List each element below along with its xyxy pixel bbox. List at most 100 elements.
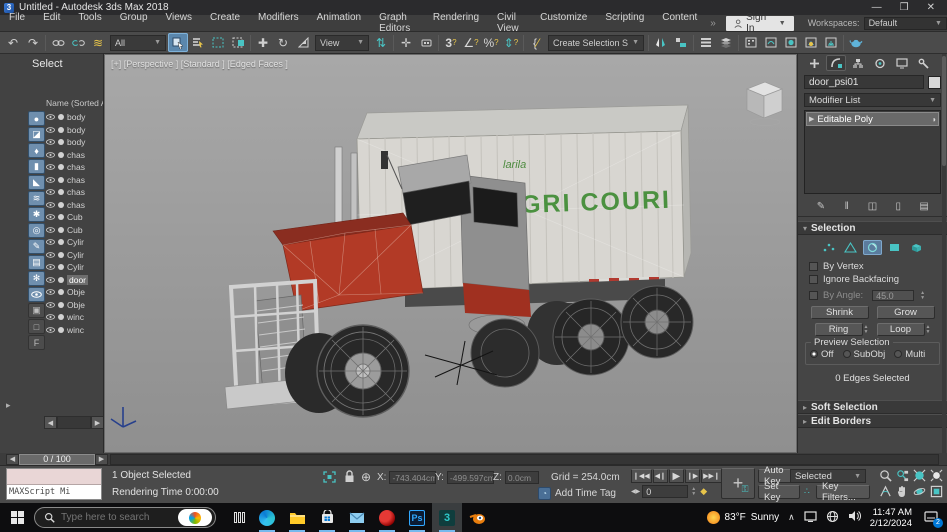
use-pivot-point-button[interactable]: ⇅ [371,33,391,52]
explorer-row[interactable]: Obje [46,299,103,312]
edit-named-selection-sets-button[interactable]: {⁄ [526,33,546,52]
zoom-extents-all-icon[interactable] [928,468,944,483]
object-name-field[interactable]: door_psi01 [804,75,924,89]
layer-explorer-button[interactable] [696,33,716,52]
expand-arrow-icon[interactable]: ▶ [809,115,814,123]
visibility-eye-icon[interactable] [46,301,55,308]
taskbar-search[interactable] [34,507,216,528]
filter-ik-icon[interactable]: ✎ [28,239,45,254]
perspective-viewport[interactable]: [+] [Perspective ] [Standard ] [Edged Fa… [103,53,798,454]
workspace-select[interactable]: Default ▼ [863,16,947,30]
zoom-all-icon[interactable] [894,468,910,483]
task-view-button[interactable] [226,503,252,532]
filter-hidden-icon[interactable] [28,287,45,302]
set-keys-button[interactable]: + ⚿ [721,468,755,499]
taskbar-blender[interactable] [462,503,492,532]
volume-icon[interactable] [848,510,861,525]
object-name[interactable]: winc [67,312,84,322]
visibility-eye-icon[interactable] [46,226,55,233]
visibility-eye-icon[interactable] [46,239,55,246]
object-name[interactable]: body [67,125,85,135]
menu-content[interactable]: Content [653,12,706,34]
taskbar-media-app[interactable] [372,503,402,532]
explorer-row[interactable]: body [46,111,103,124]
menu-civil-view[interactable]: Civil View [488,12,531,34]
maximize-viewport-icon[interactable] [928,484,944,499]
menu-create[interactable]: Create [201,12,249,34]
explorer-row[interactable]: Cylir [46,261,103,274]
visibility-eye-icon[interactable] [46,276,55,283]
angle-snap-button[interactable]: ∠? [461,33,481,52]
menu-rendering[interactable]: Rendering [424,12,488,34]
object-name[interactable]: Cub [67,225,83,235]
menu-scripting[interactable]: Scripting [596,12,653,34]
percent-snap-button[interactable]: %? [481,33,501,52]
unlink-selection-button[interactable] [68,33,88,52]
filter-bones-icon[interactable]: ◎ [28,223,45,238]
by-angle-value[interactable]: 45.0 [872,290,915,301]
shrink-button[interactable]: Shrink [810,306,869,319]
add-time-tag[interactable]: ◔ Add Time Tag [538,487,616,500]
select-by-name-button[interactable] [188,33,208,52]
menu-tools[interactable]: Tools [69,12,110,34]
taskbar-store[interactable] [312,503,342,532]
close-button[interactable]: ✕ [927,2,935,13]
object-name[interactable]: winc [67,325,84,335]
start-button[interactable] [0,503,34,532]
next-frame-icon[interactable]: ▶ [95,453,108,465]
explorer-row[interactable]: chas [46,186,103,199]
filter-cameras-icon[interactable]: ▮ [28,159,45,174]
object-name[interactable]: chas [67,187,85,197]
explorer-row[interactable]: chas [46,149,103,162]
taskbar-mail[interactable] [342,503,372,532]
track-bar[interactable] [110,453,939,465]
ring-button[interactable]: Ring [814,323,863,336]
filter-helpers-icon[interactable]: ◣ [28,175,45,190]
align-button[interactable] [671,33,691,52]
explorer-row[interactable]: winc [46,311,103,324]
loop-spinner-icon[interactable]: ▲ ▼ [926,324,931,335]
taskbar-file-explorer[interactable] [282,503,312,532]
curve-editor-button[interactable] [741,33,761,52]
visibility-eye-icon[interactable] [46,189,55,196]
snap-toggle-3d-button[interactable]: 3? [441,33,461,52]
scroll-left-icon[interactable]: ◀ [44,416,57,429]
sign-in-button[interactable]: Sign In ▼ [725,12,794,34]
spinner-arrows-icon[interactable]: ▲ ▼ [920,290,925,301]
explorer-row[interactable]: Cub [46,224,103,237]
material-editor-button[interactable] [781,33,801,52]
pan-hand-icon[interactable] [894,484,910,499]
next-frame-button[interactable]: ❙▶ [684,469,701,483]
previous-frame-icon[interactable]: ◀ [6,453,19,465]
maxscript-macro-pane[interactable] [7,469,101,485]
truck-model[interactable]: larila AGRI COURI [105,55,796,452]
select-and-scale-button[interactable] [293,33,313,52]
schematic-view-button[interactable] [761,33,781,52]
spinner-snap-button[interactable]: ⇕? [501,33,521,52]
explorer-row[interactable]: chas [46,174,103,187]
key-filters-paw-icon[interactable]: ∴ [804,486,810,497]
show-end-result-button[interactable]: ‖ [839,199,855,213]
viewcube[interactable] [746,81,783,126]
visibility-icon[interactable]: ◑ [931,115,936,124]
x-coordinate-field[interactable]: -743.404cm [389,471,437,484]
stack-item-editable-poly[interactable]: ▶ Editable Poly ◑ [806,112,939,126]
menu-modifiers[interactable]: Modifiers [249,12,308,34]
object-name[interactable]: Cylir [67,237,84,247]
zoom-icon[interactable] [877,468,893,483]
time-slider-handle[interactable]: 0 / 100 [19,453,95,465]
visibility-eye-icon[interactable] [46,176,55,183]
previous-frame-button[interactable]: ◀❙ [652,469,668,483]
filter-all-icon[interactable]: ● [28,111,45,126]
explorer-row[interactable]: Obje [46,286,103,299]
cast-icon[interactable] [804,510,817,525]
play-button[interactable]: ▶ [668,469,684,483]
by-angle-checkbox[interactable]: By Angle: 45.0 ▲ ▼ [809,289,942,302]
filter-objects-icon[interactable]: □ [28,319,45,334]
keyboard-override-button[interactable] [416,33,436,52]
object-name[interactable]: door [67,274,89,285]
notification-center-button[interactable]: 2 [921,508,943,528]
key-filters-button[interactable]: Key Filters... [816,481,870,503]
filter-geometry-icon[interactable]: ◪ [28,127,45,142]
scene-explorer-button[interactable] [716,33,736,52]
